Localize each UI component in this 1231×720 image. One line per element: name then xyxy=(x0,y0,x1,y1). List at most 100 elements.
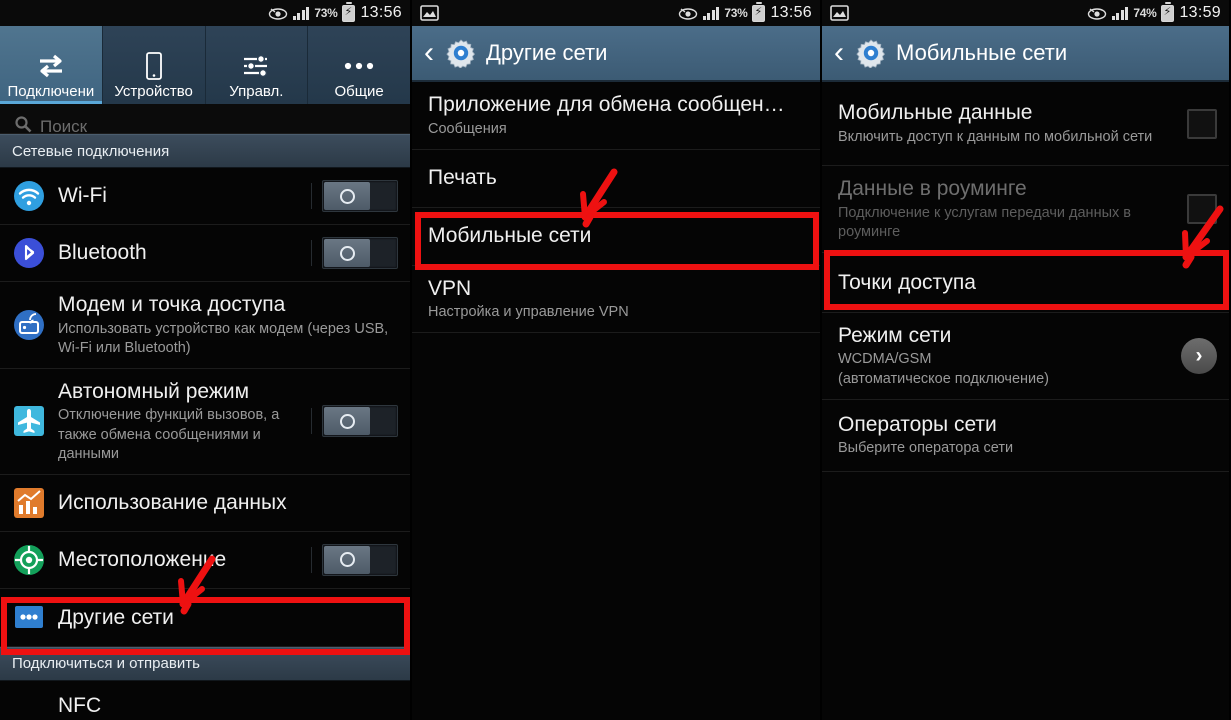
panel-other-networks: 73% 13:56 ‹ Другие сети Прило xyxy=(410,0,820,720)
status-bar-2: 73% 13:56 xyxy=(412,0,820,26)
search-bar[interactable]: Поиск xyxy=(0,104,410,134)
status-bar-1: 73% 13:56 xyxy=(0,0,410,26)
clock-label: 13:56 xyxy=(770,4,812,21)
chevron-right-icon[interactable]: › xyxy=(1181,337,1217,374)
three-phone-screenshots: 73% 13:56 Подключени xyxy=(0,0,1231,720)
row-network-operators[interactable]: Операторы сети Выберите оператора сети xyxy=(822,399,1229,472)
signal-bars-icon xyxy=(292,6,310,20)
connections-arrows-icon xyxy=(36,49,66,83)
row-access-points[interactable]: Точки доступа xyxy=(822,252,1229,313)
action-bar-other-networks: ‹ Другие сети xyxy=(412,26,820,82)
row-title: Wi-Fi xyxy=(58,184,107,208)
data-roaming-checkbox[interactable] xyxy=(1187,193,1217,224)
tab-connections[interactable]: Подключени xyxy=(0,26,103,104)
back-chevron-icon[interactable]: ‹ xyxy=(834,38,846,68)
battery-percent-label: 73% xyxy=(314,6,338,20)
tab-controls-label: Управл. xyxy=(229,83,284,100)
row-subtitle: Использовать устройство как модем (через… xyxy=(58,320,389,356)
row-airplane-mode[interactable]: Автономный режим Отключение функций вызо… xyxy=(0,368,410,475)
battery-charging-icon xyxy=(342,1,356,22)
location-target-icon xyxy=(12,543,58,577)
row-vpn[interactable]: VPN Настройка и управление VPN xyxy=(412,265,820,334)
row-mobile-networks[interactable]: Мобильные сети xyxy=(412,207,820,266)
row-title: Другие сети xyxy=(58,605,174,629)
row-subtitle: Выберите оператора сети xyxy=(838,440,1014,457)
row-tethering[interactable]: Модем и точка доступа Использовать устро… xyxy=(0,282,410,369)
row-title: Данные в роуминге xyxy=(838,177,1027,200)
eye-icon xyxy=(1087,7,1107,20)
search-icon xyxy=(14,115,32,133)
tab-general-label: Общие xyxy=(334,83,384,100)
panel-settings-connections: 73% 13:56 Подключени xyxy=(0,0,410,720)
tab-controls[interactable]: Управл. xyxy=(206,26,309,104)
row-data-usage[interactable]: Использование данных xyxy=(0,474,410,532)
row-title: Точки доступа xyxy=(838,270,976,294)
signal-bars-icon xyxy=(702,6,720,20)
eye-icon xyxy=(268,7,288,20)
sliders-icon xyxy=(241,49,271,83)
more-networks-icon xyxy=(12,600,58,634)
settings-gear-icon xyxy=(856,38,886,69)
row-title: Автономный режим xyxy=(58,379,250,403)
more-dots-icon xyxy=(342,49,376,83)
mobile-data-checkbox[interactable] xyxy=(1187,108,1217,139)
signal-bars-icon xyxy=(1111,6,1129,20)
bluetooth-toggle[interactable] xyxy=(311,237,398,269)
row-print[interactable]: Печать xyxy=(412,149,820,208)
section-header-connect-and-send: Подключиться и отправить xyxy=(0,646,410,681)
airplane-icon xyxy=(12,404,58,438)
panel-mobile-networks: 74% 13:59 ‹ Мобильные сети Мо xyxy=(820,0,1229,720)
action-bar-mobile-networks: ‹ Мобильные сети xyxy=(822,26,1229,82)
picture-icon xyxy=(830,5,849,21)
status-bar-3: 74% 13:59 xyxy=(822,0,1229,26)
airplane-mode-toggle[interactable] xyxy=(311,405,398,438)
row-title: Приложение для обмена сообщен… xyxy=(428,93,785,116)
row-bluetooth[interactable]: Bluetooth xyxy=(0,225,410,282)
search-placeholder: Поиск xyxy=(40,116,88,134)
row-subtitle: Отключение функций вызовов, а также обме… xyxy=(58,407,280,462)
row-wifi[interactable]: Wi-Fi xyxy=(0,168,410,225)
row-subtitle: Сообщения xyxy=(428,120,507,137)
clock-label: 13:59 xyxy=(1179,4,1221,21)
section-header-network-connections: Сетевые подключения xyxy=(0,134,410,168)
location-toggle[interactable] xyxy=(311,543,398,576)
back-chevron-icon[interactable]: ‹ xyxy=(424,38,436,68)
tethering-hotspot-icon xyxy=(12,308,58,342)
clock-label: 13:56 xyxy=(360,4,402,21)
row-title: Bluetooth xyxy=(58,241,147,265)
row-subtitle: Подключение к услугам передачи данных в … xyxy=(838,204,1131,240)
picture-icon xyxy=(420,5,439,21)
data-usage-chart-icon xyxy=(12,486,58,520)
battery-percent-label: 74% xyxy=(1133,6,1157,20)
row-network-mode[interactable]: Режим сети WCDMA/GSM (автоматическое под… xyxy=(822,312,1229,400)
battery-charging-icon xyxy=(752,1,766,22)
tab-general[interactable]: Общие xyxy=(308,26,410,104)
eye-icon xyxy=(678,7,698,20)
row-mobile-data[interactable]: Мобильные данные Включить доступ к данны… xyxy=(822,82,1229,166)
battery-percent-label: 73% xyxy=(724,6,748,20)
row-title: Печать xyxy=(428,166,497,190)
row-messaging-app[interactable]: Приложение для обмена сообщен… Сообщения xyxy=(412,82,820,150)
tab-device-label: Устройство xyxy=(114,83,193,100)
device-phone-icon xyxy=(144,49,164,83)
row-nfc[interactable]: NFC xyxy=(0,680,410,720)
wifi-icon xyxy=(12,179,58,213)
row-data-roaming[interactable]: Данные в роуминге Подключение к услугам … xyxy=(822,166,1229,253)
row-location[interactable]: Местоположение xyxy=(0,531,410,589)
settings-tab-bar[interactable]: Подключени Устройство Управл. Общие xyxy=(0,26,410,104)
row-title: Модем и точка доступа xyxy=(58,293,286,316)
page-title: Другие сети xyxy=(486,40,608,65)
row-title: NFC xyxy=(58,693,102,717)
row-title: VPN xyxy=(428,276,472,300)
row-title: Операторы сети xyxy=(838,412,997,436)
row-title: Местоположение xyxy=(58,548,227,572)
battery-charging-icon xyxy=(1161,1,1175,22)
row-other-networks[interactable]: Другие сети xyxy=(0,588,410,647)
bluetooth-icon xyxy=(12,236,58,270)
row-subtitle: Включить доступ к данным по мобильной се… xyxy=(838,128,1153,145)
wifi-toggle[interactable] xyxy=(311,180,398,212)
settings-gear-icon xyxy=(446,38,476,69)
row-subtitle: WCDMA/GSM (автоматическое подключение) xyxy=(838,351,1050,387)
page-title: Мобильные сети xyxy=(896,40,1068,65)
tab-device[interactable]: Устройство xyxy=(103,26,206,104)
